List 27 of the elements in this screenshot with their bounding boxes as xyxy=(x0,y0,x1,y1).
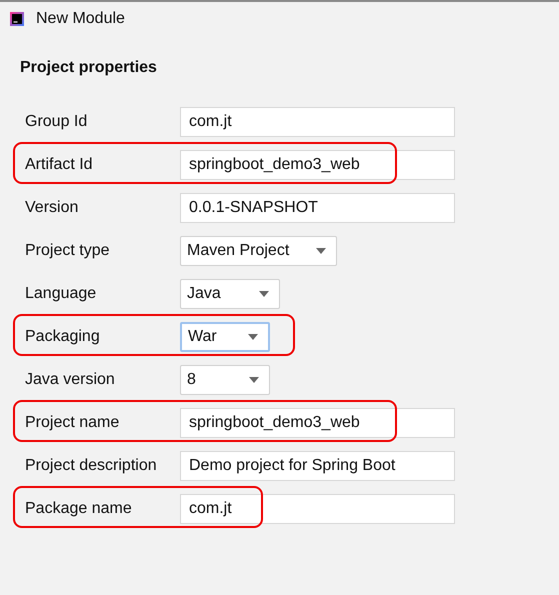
dropdown[interactable]: 8 xyxy=(180,365,270,395)
field-label: Language xyxy=(25,285,98,303)
field-label: Packaging xyxy=(25,328,101,346)
caret-icon xyxy=(259,291,269,297)
field-label: Project type xyxy=(25,242,110,260)
dropdown[interactable]: War xyxy=(180,322,270,352)
dropdown[interactable]: Java xyxy=(180,279,280,309)
section-title: Project properties xyxy=(20,59,158,77)
field-label: Project name xyxy=(25,414,120,432)
field-label: Project description xyxy=(25,457,158,475)
text-field[interactable]: com.jt xyxy=(180,107,455,137)
text-field[interactable]: springboot_demo3_web xyxy=(180,408,455,438)
field-label: Version xyxy=(25,199,80,217)
text-field[interactable]: Demo project for Spring Boot xyxy=(180,451,455,481)
field-label: Java version xyxy=(25,371,116,389)
text-field[interactable]: 0.0.1-SNAPSHOT xyxy=(180,193,455,223)
field-label: Artifact Id xyxy=(25,156,94,174)
window-title: New Module xyxy=(36,10,125,28)
caret-icon xyxy=(249,377,259,383)
caret-icon xyxy=(248,334,258,340)
field-label: Group Id xyxy=(25,113,88,131)
dropdown[interactable]: Maven Project xyxy=(180,236,337,266)
text-field[interactable]: com.jt xyxy=(180,494,455,524)
field-label: Package name xyxy=(25,500,133,518)
app-icon xyxy=(10,12,24,26)
caret-icon xyxy=(316,248,326,254)
text-field[interactable]: springboot_demo3_web xyxy=(180,150,455,180)
